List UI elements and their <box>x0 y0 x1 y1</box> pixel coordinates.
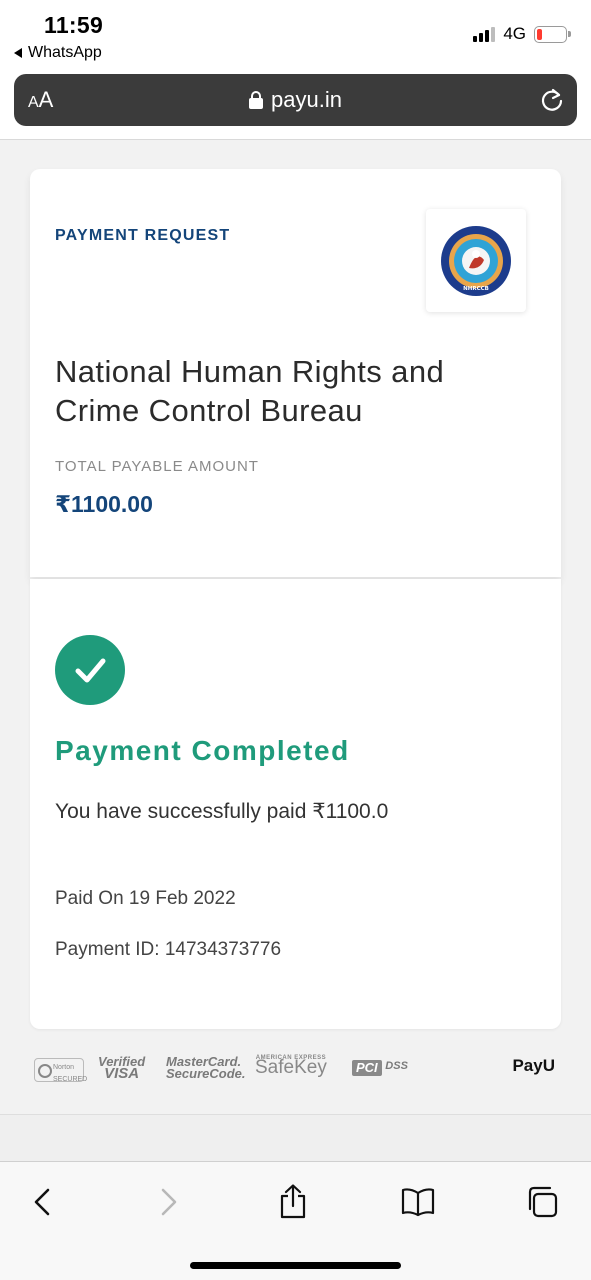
back-arrow-icon <box>14 48 22 58</box>
cellular-signal-icon <box>473 26 496 42</box>
payu-logo: PayU <box>512 1056 555 1075</box>
chevron-left-icon <box>34 1188 50 1216</box>
bookmarks-button[interactable] <box>396 1180 440 1224</box>
amex-safekey-badge: AMERICAN EXPRESS SafeKey <box>255 1054 327 1077</box>
reload-icon <box>541 88 563 111</box>
success-check-icon <box>55 635 125 705</box>
share-icon <box>280 1184 306 1219</box>
back-to-app-link[interactable]: WhatsApp <box>14 44 102 62</box>
status-indicators: 4G <box>473 24 571 44</box>
chevron-right-icon <box>161 1188 177 1216</box>
payment-request-label: PAYMENT REQUEST <box>55 227 231 244</box>
back-button[interactable] <box>20 1180 64 1224</box>
payment-status-message: You have successfully paid ₹1100.0 <box>55 800 389 823</box>
book-icon <box>401 1188 435 1217</box>
norton-secured-badge: Norton SECURED <box>34 1058 87 1083</box>
url-display[interactable]: payu.in <box>14 87 577 113</box>
home-indicator <box>190 1262 401 1269</box>
share-button[interactable] <box>271 1180 315 1224</box>
total-amount: ₹1100.00 <box>55 491 153 517</box>
payment-id: Payment ID: 14734373776 <box>55 939 282 960</box>
safekey-label: SafeKey <box>255 1057 327 1078</box>
visa-line-2: VISA <box>104 1065 140 1082</box>
address-bar[interactable]: AA payu.in <box>14 74 577 126</box>
battery-icon <box>534 25 571 43</box>
payment-request-card: PAYMENT REQUEST NHRCCB National Human Ri… <box>30 169 561 577</box>
merchant-name: National Human Rights and Crime Control … <box>55 354 445 428</box>
page-bottom-area <box>0 1114 591 1162</box>
pci-label: PCI <box>352 1060 382 1076</box>
paid-on-date: Paid On 19 Feb 2022 <box>55 888 236 909</box>
merchant-logo: NHRCCB <box>426 209 526 312</box>
mastercard-securecode-badge: MasterCard. SecureCode. <box>166 1055 246 1081</box>
total-payable-label: TOTAL PAYABLE AMOUNT <box>55 458 259 475</box>
lock-icon <box>249 91 264 109</box>
payment-status-card: Payment Completed You have successfully … <box>30 579 561 1029</box>
svg-text:NHRCCB: NHRCCB <box>463 286 489 292</box>
nhrccb-seal-icon: NHRCCB <box>441 225 511 296</box>
tabs-icon <box>528 1186 558 1218</box>
status-time: 11:59 <box>44 12 104 38</box>
payment-status-title: Payment Completed <box>55 735 350 766</box>
trust-badges: Norton SECURED Verified VISA MasterCard.… <box>30 1052 561 1088</box>
reload-button[interactable] <box>539 87 565 113</box>
url-text: payu.in <box>271 87 342 112</box>
pci-dss-badge: PCI DSS <box>352 1060 408 1076</box>
status-and-url-area: 11:59 WhatsApp 4G AA payu.in <box>0 0 591 140</box>
forward-button[interactable] <box>147 1180 191 1224</box>
mastercard-line-2: SecureCode. <box>166 1066 246 1081</box>
back-app-label: WhatsApp <box>28 44 102 61</box>
dss-label: DSS <box>385 1060 408 1072</box>
network-type: 4G <box>503 24 526 43</box>
verified-by-visa-badge: Verified VISA <box>98 1055 145 1082</box>
tabs-button[interactable] <box>520 1180 564 1224</box>
